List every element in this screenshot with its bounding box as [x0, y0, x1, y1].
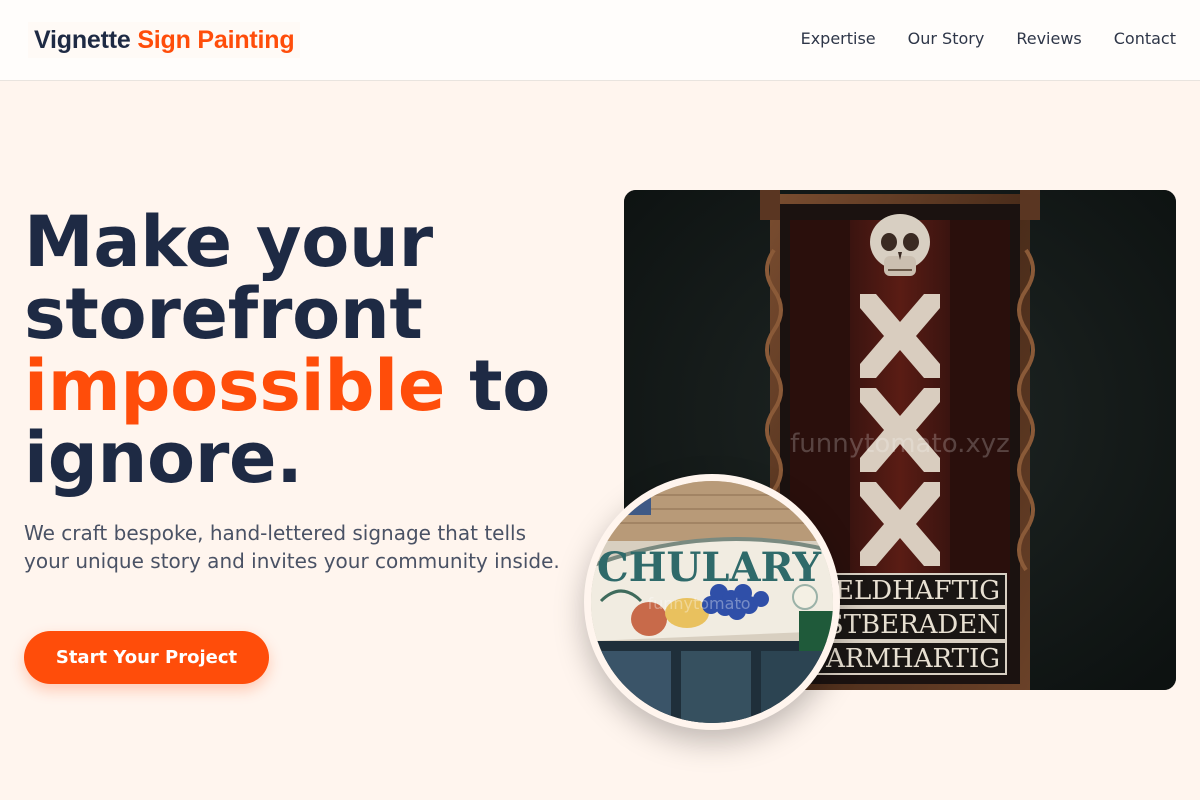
nav-link-expertise[interactable]: Expertise	[801, 28, 876, 50]
start-project-button[interactable]: Start Your Project	[24, 631, 269, 684]
brand-name-primary: Vignette	[34, 26, 131, 54]
inset-watermark: funnytomato	[647, 594, 750, 613]
main-nav: Expertise Our Story Reviews Contact	[801, 28, 1176, 50]
hero-subtitle: We craft bespoke, hand-lettered signage …	[24, 521, 560, 573]
hero-title-line-3-rest: to	[445, 345, 551, 427]
inset-photo-storefront-sign: CHULARY funnytomato	[584, 474, 840, 730]
brand-name-secondary: Sign Painting	[137, 26, 295, 54]
sign-line-3: ARMHARTIG	[825, 644, 1000, 674]
hero-title-line-1: Make your	[24, 201, 433, 283]
storefront-sign-illustration: CHULARY funnytomato	[591, 481, 833, 723]
brand-logo[interactable]: Vignette Sign Painting	[28, 22, 301, 58]
inset-sign-text: CHULARY	[597, 544, 822, 591]
hero-title-line-2: storefront	[24, 273, 423, 355]
hero-title: Make your storefront impossible to ignor…	[24, 206, 604, 494]
nav-link-reviews[interactable]: Reviews	[1016, 28, 1081, 50]
sign-line-2: STBERADEN	[826, 610, 1000, 640]
nav-link-our-story[interactable]: Our Story	[908, 28, 985, 50]
hero-title-accent: impossible	[24, 345, 446, 427]
site-header: Vignette Sign Painting Expertise Our Sto…	[0, 0, 1200, 81]
nav-link-contact[interactable]: Contact	[1114, 28, 1176, 50]
hero-title-line-4: ignore.	[24, 417, 303, 499]
sign-line-1: ELDHAFTIG	[835, 576, 1000, 606]
photo-watermark: funnytomato.xyz	[790, 429, 1010, 459]
